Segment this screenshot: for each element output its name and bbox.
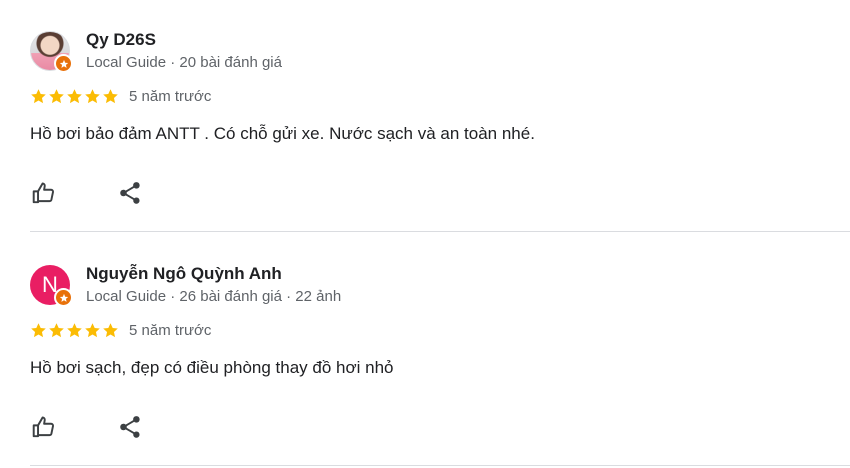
star-icon <box>85 88 100 103</box>
rating-row: 5 năm trước <box>30 320 850 340</box>
star-icon <box>31 88 46 103</box>
review-header: Qy D26S Local Guide · 20 bài đánh giá <box>30 28 850 74</box>
thumbs-up-icon <box>32 182 54 204</box>
share-button[interactable] <box>116 413 144 441</box>
star-icon <box>67 88 82 103</box>
thumbs-up-icon <box>32 416 54 438</box>
reviewer-info: Qy D26S Local Guide · 20 bài đánh giá <box>86 29 282 73</box>
reviewer-name[interactable]: Nguyễn Ngô Quỳnh Anh <box>86 263 341 285</box>
share-icon <box>120 416 140 438</box>
local-guide-badge-icon <box>54 288 73 307</box>
star-icon <box>31 322 46 337</box>
divider <box>30 465 850 466</box>
star-icon <box>85 322 100 337</box>
divider <box>30 231 850 232</box>
review-actions <box>30 179 850 207</box>
star-rating <box>30 322 119 339</box>
local-guide-badge-icon <box>54 54 73 73</box>
rating-row: 5 năm trước <box>30 86 850 106</box>
star-icon <box>67 322 82 337</box>
reviewer-meta: Local Guide · 20 bài đánh giá <box>86 54 282 71</box>
star-icon <box>103 322 118 337</box>
reviewer-info: Nguyễn Ngô Quỳnh Anh Local Guide · 26 bà… <box>86 263 341 307</box>
review-text: Hồ bơi sạch, đẹp có điều phòng thay đồ h… <box>30 358 394 377</box>
review-date: 5 năm trước <box>129 321 212 339</box>
review-card: Qy D26S Local Guide · 20 bài đánh giá 5 … <box>30 28 850 207</box>
star-icon <box>49 88 64 103</box>
star-rating <box>30 88 119 105</box>
review-card: N Nguyễn Ngô Quỳnh Anh Local Guide · 26 … <box>30 262 850 441</box>
share-icon <box>120 182 140 204</box>
like-button[interactable] <box>30 413 58 441</box>
reviewer-name[interactable]: Qy D26S <box>86 29 282 51</box>
review-date: 5 năm trước <box>129 87 212 105</box>
reviewer-meta: Local Guide · 26 bài đánh giá · 22 ảnh <box>86 288 342 305</box>
star-icon <box>103 88 118 103</box>
review-header: N Nguyễn Ngô Quỳnh Anh Local Guide · 26 … <box>30 262 850 308</box>
avatar[interactable] <box>30 31 73 73</box>
review-actions <box>30 413 850 441</box>
star-icon <box>49 322 64 337</box>
avatar[interactable]: N <box>30 265 73 307</box>
like-button[interactable] <box>30 179 58 207</box>
review-text: Hồ bơi bảo đảm ANTT . Có chỗ gửi xe. Nướ… <box>30 124 535 143</box>
share-button[interactable] <box>116 179 144 207</box>
